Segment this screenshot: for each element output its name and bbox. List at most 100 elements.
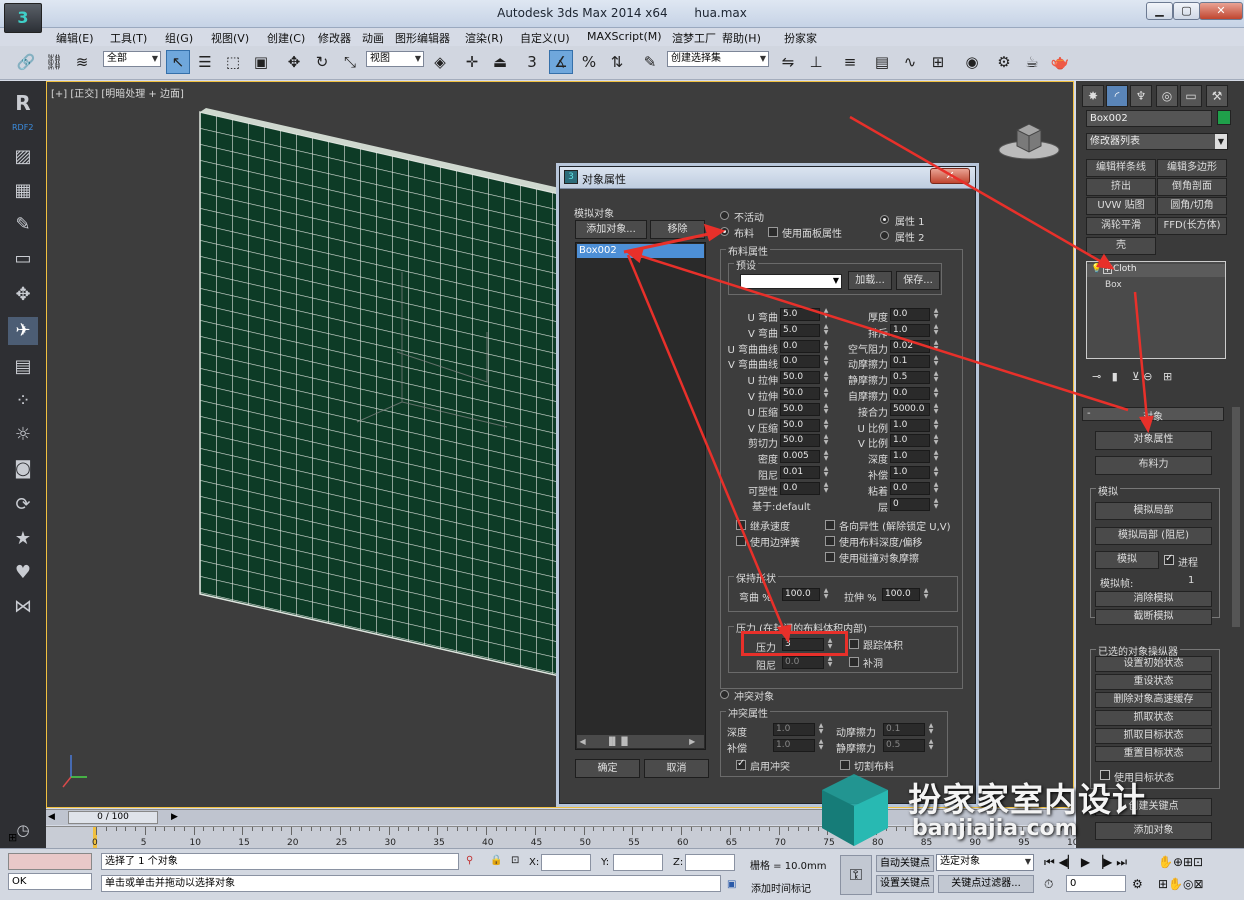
menu-help[interactable]: 帮助(H) <box>722 30 761 46</box>
modify-tab-icon[interactable]: ◜ <box>1106 85 1128 107</box>
right-param-spinner[interactable]: 0.1 <box>890 355 930 369</box>
plane-icon[interactable]: ✈ <box>8 317 38 345</box>
add-objects-button[interactable]: 添加对象 <box>1095 822 1212 840</box>
next-frame-arrow[interactable]: ▶ <box>171 812 181 824</box>
cloth-forces-button[interactable]: 布料力 <box>1095 456 1212 475</box>
object-properties-button[interactable]: 对象属性 <box>1095 431 1212 450</box>
right-param-spinner[interactable]: 1.0 <box>890 450 930 464</box>
edit-named-sel-icon[interactable]: ✎ <box>638 50 662 74</box>
key-filters-button[interactable]: 关键点过滤器... <box>938 875 1034 893</box>
y-coord-input[interactable] <box>613 854 663 871</box>
utilities-tab-icon[interactable]: ⚒ <box>1206 85 1228 107</box>
right-param-arrows[interactable]: ▲ ▼ <box>932 308 940 321</box>
mirror-icon[interactable]: ⇋ <box>776 50 800 74</box>
select-by-name-icon[interactable]: ☰ <box>193 50 217 74</box>
render-production-icon[interactable]: 🫖 <box>1048 50 1072 74</box>
right-param-spinner[interactable]: 0.02 <box>890 339 930 353</box>
cloth-radio[interactable] <box>720 227 729 236</box>
ok-button[interactable]: 确定 <box>575 759 640 778</box>
time-slider-thumb[interactable]: 0 / 100 <box>68 811 158 824</box>
right-param-arrows[interactable]: ▲ ▼ <box>932 450 940 463</box>
menu-edit[interactable]: 编辑(E) <box>56 30 94 46</box>
maxscript-listener[interactable] <box>8 853 92 870</box>
use-collide-friction-checkbox[interactable] <box>825 552 835 562</box>
heart-icon[interactable]: ♥ <box>8 559 38 587</box>
remove-button[interactable]: 移除 <box>650 220 705 239</box>
right-param-arrows[interactable]: ▲ ▼ <box>932 466 940 479</box>
viewport-nav-icons-bottom[interactable]: ⊞✋◎⊠ <box>1158 877 1204 891</box>
lock-icon[interactable]: 🔒 <box>490 855 502 866</box>
reset-state-button[interactable]: 重设状态 <box>1095 674 1212 690</box>
select-object-icon[interactable]: ↖ <box>166 50 190 74</box>
right-param-spinner[interactable]: 0.5 <box>890 371 930 385</box>
erase-simulation-button[interactable]: 消除模拟 <box>1095 591 1212 607</box>
modifier-stack[interactable]: Cloth 💡 + Box <box>1086 261 1226 359</box>
share-icon[interactable]: ⋈ <box>8 593 38 621</box>
auto-key-button[interactable]: 自动关键点 <box>876 855 934 872</box>
menu-render-factory[interactable]: 渲梦工厂 <box>672 30 716 46</box>
grid-icon[interactable]: ▦ <box>8 177 38 205</box>
right-param-arrows[interactable]: ▲ ▼ <box>932 402 940 416</box>
star-icon[interactable]: ★ <box>8 525 38 553</box>
collision-dyn-fric-arrows[interactable]: ▲ ▼ <box>927 723 935 736</box>
stack-tools-icons[interactable]: ⊸ ▮ ⊻ ⊖ ⊞ <box>1092 370 1172 383</box>
image-icon[interactable]: ▨ <box>8 143 38 171</box>
simulate-local-damped-button[interactable]: 模拟局部 (阻尼) <box>1095 527 1212 545</box>
grab-target-state-button[interactable]: 抓取目标状态 <box>1095 728 1212 744</box>
snap-toggle-icon[interactable]: 3 <box>520 50 544 74</box>
mod-edit-spline[interactable]: 编辑样条线 <box>1086 159 1156 177</box>
collision-offset-spinner[interactable]: 1.0 <box>773 739 815 752</box>
spinner-snap-icon[interactable]: ⇅ <box>605 50 629 74</box>
pivot-center-icon[interactable]: ◈ <box>428 50 452 74</box>
menu-create[interactable]: 创建(C) <box>267 30 305 46</box>
add-time-tag[interactable]: 添加时间标记 <box>751 880 811 895</box>
rect-selection-icon[interactable]: ⬚ <box>221 50 245 74</box>
load-button[interactable]: 加载... <box>848 271 892 290</box>
object-color-swatch[interactable] <box>1217 110 1231 125</box>
x-coord-input[interactable] <box>541 854 591 871</box>
right-param-spinner[interactable]: 0.0 <box>890 387 930 400</box>
expand-icon[interactable]: + <box>1103 265 1112 274</box>
set-initial-state-button[interactable]: 设置初始状态 <box>1095 656 1212 672</box>
collision-stat-fric-arrows[interactable]: ▲ ▼ <box>927 739 935 752</box>
percent-snap-icon[interactable]: % <box>577 50 601 74</box>
dialog-close-button[interactable]: ✕ <box>930 168 970 184</box>
right-param-spinner[interactable]: 1.0 <box>890 466 930 479</box>
minimize-button[interactable]: ▁ <box>1146 2 1173 20</box>
right-param-arrows[interactable]: ▲ ▼ <box>932 418 940 432</box>
list-scrollbar[interactable]: ◀ ▐▌▐▌ ▶ <box>577 735 704 748</box>
schematic-view-icon[interactable]: ⊞ <box>926 50 950 74</box>
bend-pct-spinner[interactable]: 100.0 <box>782 588 820 601</box>
rotate-icon[interactable]: ↻ <box>310 50 334 74</box>
progress-checkbox[interactable] <box>1164 553 1174 565</box>
maximize-button[interactable]: ▢ <box>1173 2 1200 20</box>
stretch-pct-spinner[interactable]: 100.0 <box>882 588 920 601</box>
menu-maxscript[interactable]: MAXScript(M) <box>587 30 662 43</box>
reference-coord-dropdown[interactable]: 视图 <box>366 51 424 67</box>
enable-collision-checkbox[interactable] <box>736 758 746 770</box>
right-param-spinner[interactable]: 5000.0 <box>890 402 930 416</box>
prev-frame-arrow[interactable]: ◀ <box>48 812 58 824</box>
selection-filter-dropdown[interactable]: 全部 <box>103 51 161 67</box>
dialog-titlebar[interactable]: 3 对象属性 ✕ <box>560 167 975 189</box>
tray-icon[interactable]: ▤ <box>8 353 38 381</box>
ribbon-icon[interactable]: ▤ <box>870 50 894 74</box>
right-param-arrows[interactable]: ▲ ▼ <box>932 371 940 384</box>
property1-radio[interactable] <box>880 215 889 224</box>
time-config-icon-2[interactable]: ⚙ <box>1132 877 1143 891</box>
preset-dropdown[interactable]: ▼ <box>740 274 842 289</box>
collision-offset-arrows[interactable]: ▲ ▼ <box>817 739 825 752</box>
angle-snap-icon[interactable]: ∡ <box>549 50 573 74</box>
mod-uvw-map[interactable]: UVW 贴图 <box>1086 197 1156 215</box>
dots-icon[interactable]: ⁘ <box>8 387 38 415</box>
save-button[interactable]: 保存... <box>896 271 940 290</box>
patch-checkbox[interactable] <box>849 657 859 667</box>
panel-scrollbar[interactable] <box>1232 407 1240 627</box>
mod-extrude[interactable]: 挤出 <box>1086 178 1156 196</box>
select-manipulate-icon[interactable]: ✛ <box>460 50 484 74</box>
track-volume-checkbox[interactable] <box>849 639 859 649</box>
menu-graph-editors[interactable]: 图形编辑器 <box>395 30 450 46</box>
reset-target-state-button[interactable]: 重置目标状态 <box>1095 746 1212 762</box>
mod-bevel-profile[interactable]: 倒角剖面 <box>1157 178 1227 196</box>
delete-cache-button[interactable]: 删除对象高速缓存 <box>1095 692 1212 708</box>
